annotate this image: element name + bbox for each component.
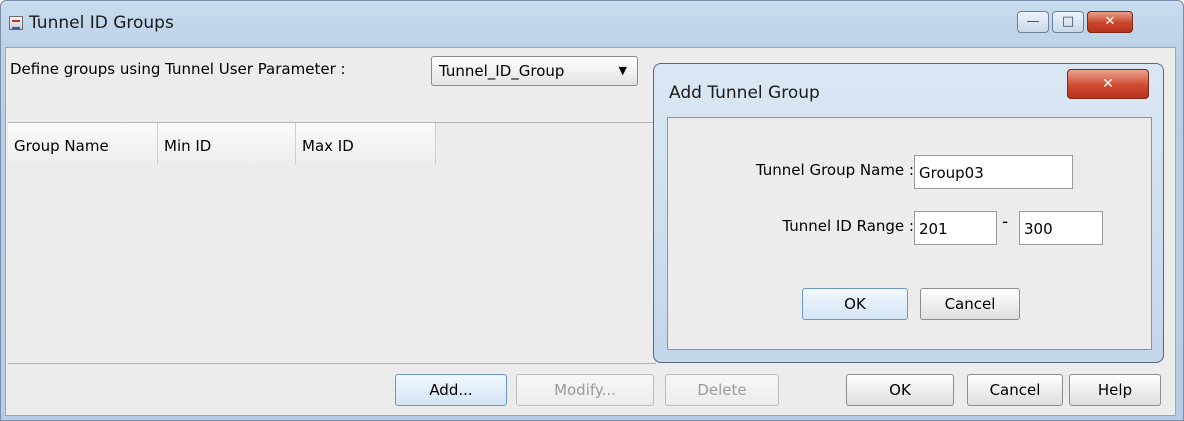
cancel-button[interactable]: Cancel bbox=[967, 374, 1063, 406]
add-button[interactable]: Add... bbox=[395, 374, 507, 406]
tunnel-param-dropdown[interactable]: Tunnel_ID_Group ▼ bbox=[431, 56, 638, 86]
param-label: Define groups using Tunnel User Paramete… bbox=[10, 60, 346, 78]
range-min-input[interactable]: 201 bbox=[914, 211, 997, 245]
tunnel-id-groups-window: Tunnel ID Groups — □ ✕ Define groups usi… bbox=[0, 0, 1184, 421]
dialog-ok-button[interactable]: OK bbox=[802, 288, 908, 320]
close-icon: ✕ bbox=[1104, 14, 1116, 29]
minimize-button[interactable]: — bbox=[1017, 11, 1049, 33]
dialog-close-button[interactable]: ✕ bbox=[1067, 69, 1149, 99]
dropdown-value: Tunnel_ID_Group bbox=[439, 62, 565, 80]
dialog-title: Add Tunnel Group bbox=[669, 83, 820, 103]
column-header-group-name[interactable]: Group Name bbox=[8, 123, 158, 165]
dialog-body: Tunnel Group Name : Group03 Tunnel ID Ra… bbox=[667, 117, 1152, 350]
chevron-down-icon: ▼ bbox=[618, 64, 627, 77]
tunnel-id-range-label: Tunnel ID Range : bbox=[782, 217, 914, 235]
dialog-cancel-button[interactable]: Cancel bbox=[920, 288, 1020, 320]
help-button[interactable]: Help bbox=[1069, 374, 1161, 406]
delete-button[interactable]: Delete bbox=[665, 374, 779, 406]
close-button[interactable]: ✕ bbox=[1087, 11, 1133, 33]
minimize-icon: — bbox=[1026, 14, 1040, 29]
column-header-max-id[interactable]: Max ID bbox=[296, 123, 436, 165]
tunnel-group-name-label: Tunnel Group Name : bbox=[755, 161, 914, 179]
close-icon: ✕ bbox=[1102, 76, 1114, 92]
column-header-min-id[interactable]: Min ID bbox=[158, 123, 296, 165]
ok-button[interactable]: OK bbox=[846, 374, 954, 406]
tunnel-group-name-input[interactable]: Group03 bbox=[914, 155, 1073, 189]
range-separator: - bbox=[1002, 212, 1009, 232]
window-title: Tunnel ID Groups bbox=[29, 13, 174, 33]
title-bar[interactable]: Tunnel ID Groups — □ ✕ bbox=[1, 1, 1183, 47]
modify-button[interactable]: Modify... bbox=[516, 374, 654, 406]
java-app-icon bbox=[9, 16, 23, 30]
table-header: Group Name Min ID Max ID bbox=[8, 123, 436, 165]
maximize-button[interactable]: □ bbox=[1052, 11, 1084, 33]
groups-table[interactable]: Group Name Min ID Max ID bbox=[8, 122, 656, 364]
range-max-input[interactable]: 300 bbox=[1019, 211, 1103, 245]
add-tunnel-group-dialog: Add Tunnel Group ✕ Tunnel Group Name : G… bbox=[653, 63, 1164, 363]
maximize-icon: □ bbox=[1061, 14, 1075, 29]
